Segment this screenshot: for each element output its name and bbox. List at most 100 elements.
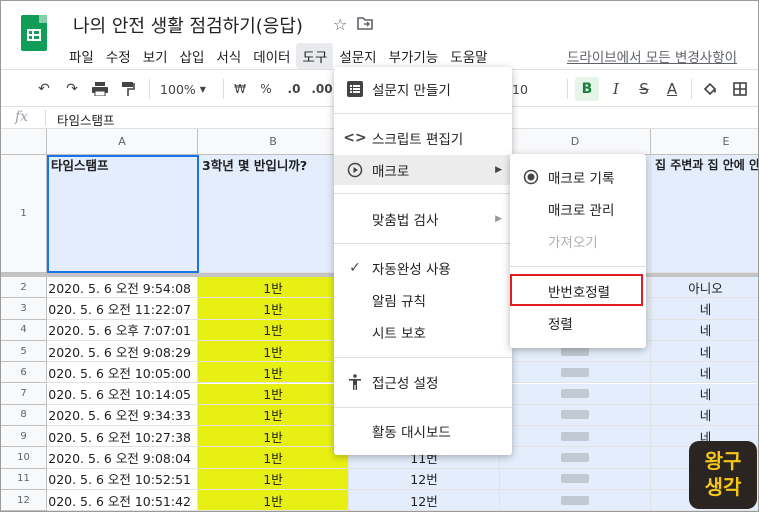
undo-icon[interactable]: ↶ <box>33 77 55 101</box>
menu-help[interactable]: 도움말 <box>444 43 493 69</box>
row-header-8[interactable]: 8 <box>1 404 47 427</box>
increase-decimal-button[interactable]: .00 <box>311 77 333 101</box>
menu-file[interactable]: 파일 <box>63 43 100 69</box>
text-color-button[interactable]: A <box>661 77 683 101</box>
cell-b5[interactable]: 1반 <box>198 340 349 363</box>
cell-e3[interactable]: 네 <box>651 298 758 320</box>
column-header-e[interactable]: E <box>651 129 758 155</box>
cell-d10[interactable] <box>500 447 651 469</box>
cell-a11[interactable]: 2020. 5. 6 오전 10:52:51 <box>47 468 198 490</box>
cell-c12[interactable]: 12번 <box>349 490 500 511</box>
cell-b11[interactable]: 1반 <box>198 468 349 490</box>
cell-b1[interactable]: 3학년 몇 반입니까? <box>198 155 349 273</box>
cell-b6[interactable]: 1반 <box>198 362 349 384</box>
formula-input[interactable]: 타임스탬프 <box>57 110 115 129</box>
row-header-9[interactable]: 9 <box>1 426 47 448</box>
cell-d8[interactable] <box>500 404 651 427</box>
cell-b8[interactable]: 1반 <box>198 404 349 427</box>
cell-e4[interactable]: 네 <box>651 319 758 341</box>
decrease-decimal-button[interactable]: .0 <box>283 77 305 101</box>
menu-item-autocomplete[interactable]: ✓ 자동완성 사용 <box>334 253 512 283</box>
column-header-b[interactable]: B <box>198 129 349 155</box>
cell-a5[interactable]: 2020. 5. 6 오전 9:08:29 <box>47 340 198 363</box>
row-header-5[interactable]: 5 <box>1 340 47 363</box>
cell-b9[interactable]: 1반 <box>198 426 349 448</box>
star-icon[interactable]: ☆ <box>333 15 347 34</box>
bold-button[interactable]: B <box>575 77 599 101</box>
cell-e7[interactable]: 네 <box>651 383 758 405</box>
currency-format-button[interactable]: ₩ <box>231 77 249 101</box>
cell-b2[interactable]: 1반 <box>198 277 349 299</box>
print-icon[interactable] <box>89 77 111 101</box>
borders-icon[interactable] <box>729 77 751 101</box>
cell-b10[interactable]: 1반 <box>198 447 349 469</box>
row-header-1[interactable]: 1 <box>1 155 47 273</box>
cell-b12[interactable]: 1반 <box>198 490 349 511</box>
cell-a8[interactable]: 2020. 5. 6 오전 9:34:33 <box>47 404 198 427</box>
cell-a2[interactable]: 2020. 5. 6 오전 9:54:08 <box>47 277 198 299</box>
row-header-7[interactable]: 7 <box>1 383 47 405</box>
cell-e8[interactable]: 네 <box>651 404 758 427</box>
italic-button[interactable]: I <box>605 77 627 101</box>
move-folder-icon[interactable] <box>357 15 374 34</box>
cell-e1[interactable]: 집 주변과 집 안에 안전하게 생활하고 있는지 스스로 점검 봅시다. [횡단… <box>651 155 758 273</box>
menu-form[interactable]: 설문지 <box>333 43 382 69</box>
document-title[interactable]: 나의 안전 생활 점검하기(응답) <box>73 12 303 38</box>
zoom-select[interactable]: 100% ▼ <box>157 77 209 101</box>
menu-item-manage-macros[interactable]: 매크로 관리 <box>510 194 646 224</box>
cell-a3[interactable]: 2020. 5. 6 오전 11:22:07 <box>47 298 198 320</box>
column-header-a[interactable]: A <box>47 129 198 155</box>
paint-format-icon[interactable] <box>117 77 139 101</box>
cell-e2[interactable]: 아니오 <box>651 277 758 299</box>
cell-e5[interactable]: 네 <box>651 340 758 363</box>
menu-view[interactable]: 보기 <box>137 43 174 69</box>
menu-item-create-form[interactable]: 설문지 만들기 <box>334 74 512 104</box>
select-all-corner[interactable] <box>1 129 47 155</box>
cell-e6[interactable]: 네 <box>651 362 758 384</box>
menu-item-protect-sheet[interactable]: 시트 보호 <box>334 317 512 347</box>
cell-d7[interactable] <box>500 383 651 405</box>
cell-a12[interactable]: 2020. 5. 6 오전 10:51:42 <box>47 490 198 511</box>
cell-a10[interactable]: 2020. 5. 6 오전 9:08:04 <box>47 447 198 469</box>
row-header-4[interactable]: 4 <box>1 319 47 341</box>
menu-data[interactable]: 데이터 <box>247 43 296 69</box>
menu-tools[interactable]: 도구 <box>296 43 334 69</box>
menu-item-record-macro[interactable]: 매크로 기록 <box>510 162 646 192</box>
fill-color-icon[interactable] <box>699 77 721 101</box>
row-header-3[interactable]: 3 <box>1 298 47 320</box>
menu-addons[interactable]: 부가기능 <box>383 43 445 69</box>
menu-item-accessibility[interactable]: 접근성 설정 <box>334 367 512 397</box>
menu-item-macro-sort[interactable]: 정렬 <box>510 308 646 338</box>
cell-d6[interactable] <box>500 362 651 384</box>
cell-d11[interactable] <box>500 468 651 490</box>
menu-edit[interactable]: 수정 <box>100 43 137 69</box>
column-header-d[interactable]: D <box>500 129 651 155</box>
font-size-select[interactable]: 10 <box>509 77 531 101</box>
percent-format-button[interactable]: % <box>257 77 275 101</box>
cell-a7[interactable]: 2020. 5. 6 오전 10:14:05 <box>47 383 198 405</box>
row-header-11[interactable]: 11 <box>1 468 47 490</box>
cell-c11[interactable]: 12번 <box>349 468 500 490</box>
cell-a6[interactable]: 2020. 5. 6 오전 10:05:00 <box>47 362 198 384</box>
cell-b4[interactable]: 1반 <box>198 319 349 341</box>
cell-d12[interactable] <box>500 490 651 511</box>
row-header-6[interactable]: 6 <box>1 362 47 384</box>
menu-item-activity-dashboard[interactable]: 활동 대시보드 <box>334 416 512 446</box>
save-status-link[interactable]: 드라이브에서 모든 변경사항이 <box>567 46 737 66</box>
menu-item-script-editor[interactable]: <> 스크립트 편집기 <box>334 123 512 153</box>
row-header-2[interactable]: 2 <box>1 277 47 299</box>
cell-a4[interactable]: 2020. 5. 6 오후 7:07:01 <box>47 319 198 341</box>
cell-b7[interactable]: 1반 <box>198 383 349 405</box>
sheets-logo-icon[interactable] <box>21 15 47 51</box>
menu-item-notification-rules[interactable]: 알림 규칙 <box>334 285 512 315</box>
redo-icon[interactable]: ↷ <box>61 77 83 101</box>
menu-insert[interactable]: 삽입 <box>174 43 211 69</box>
row-header-10[interactable]: 10 <box>1 447 47 469</box>
menu-format[interactable]: 서식 <box>210 43 247 69</box>
row-header-12[interactable]: 12 <box>1 490 47 511</box>
menu-item-macros[interactable]: 매크로 ▶ <box>334 155 512 185</box>
cell-a9[interactable]: 2020. 5. 6 오전 10:27:38 <box>47 426 198 448</box>
menu-item-spellcheck[interactable]: 맞춤법 검사 ▶ <box>334 204 512 234</box>
strikethrough-button[interactable]: S <box>633 77 655 101</box>
cell-b3[interactable]: 1반 <box>198 298 349 320</box>
